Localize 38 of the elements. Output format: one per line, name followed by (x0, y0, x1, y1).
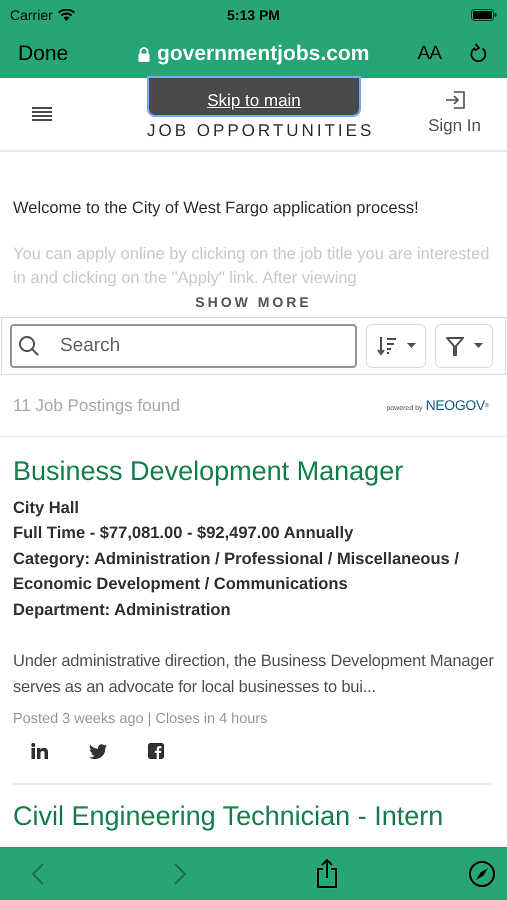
carrier-label: Carrier (10, 6, 53, 24)
share-icon[interactable] (315, 858, 339, 888)
show-more-button[interactable]: SHOW MORE (195, 292, 312, 313)
sign-in-link[interactable]: Sign In (428, 113, 481, 139)
text-size-button[interactable]: AA (418, 40, 441, 68)
filter-icon (446, 336, 464, 356)
done-button[interactable]: Done (18, 38, 68, 70)
bird-icon[interactable] (89, 744, 107, 758)
job-detail: City Hall (13, 498, 80, 519)
reload-icon[interactable] (469, 43, 489, 65)
search-icon (18, 334, 40, 357)
wifi-icon (58, 9, 75, 21)
lock-icon (138, 46, 150, 62)
clock-time: 5:13 PM (227, 6, 280, 24)
facebook-icon[interactable] (148, 743, 164, 759)
sort-icon (376, 336, 396, 356)
job-title-link[interactable]: Business Development Manager (13, 454, 494, 488)
job-detail: Department: Administration (13, 600, 232, 621)
page-title: JOB OPPORTUNITIES (147, 120, 374, 142)
job-title-link[interactable]: Civil Engineering Technician - Intern (13, 799, 494, 833)
linkedin-icon[interactable] (31, 743, 48, 759)
brand-logo: NEOGOV$^{®}$ (426, 396, 489, 415)
caret-icon (474, 343, 482, 348)
posting-dates: Posted 3 weeks ago | Closes in 4 hours (13, 710, 268, 730)
sign-in-icon[interactable] (444, 89, 466, 112)
caret-icon (406, 343, 416, 348)
compass-icon[interactable] (468, 860, 496, 888)
sort-button[interactable] (366, 324, 426, 368)
results-count: 11 Job Postings found (13, 394, 180, 416)
job-description: Under administrative direction, the Business Development Manager serves as an advocate for local businesses to bui... (13, 651, 494, 698)
skip-link[interactable]: Skip to main (149, 78, 359, 115)
filter-button[interactable] (435, 324, 493, 368)
battery-icon (471, 9, 497, 21)
welcome-text: Welcome to the City of West Fargo application process! (13, 198, 420, 219)
menu-icon[interactable] (32, 105, 52, 123)
job-detail: Full Time - $77,081.00 - $92,497.00 Annually (13, 523, 354, 544)
job-detail: Category: Administration / Professional / Miscellaneous / Economic Development / Communications (13, 548, 460, 596)
search-field[interactable]: Search (10, 324, 357, 368)
